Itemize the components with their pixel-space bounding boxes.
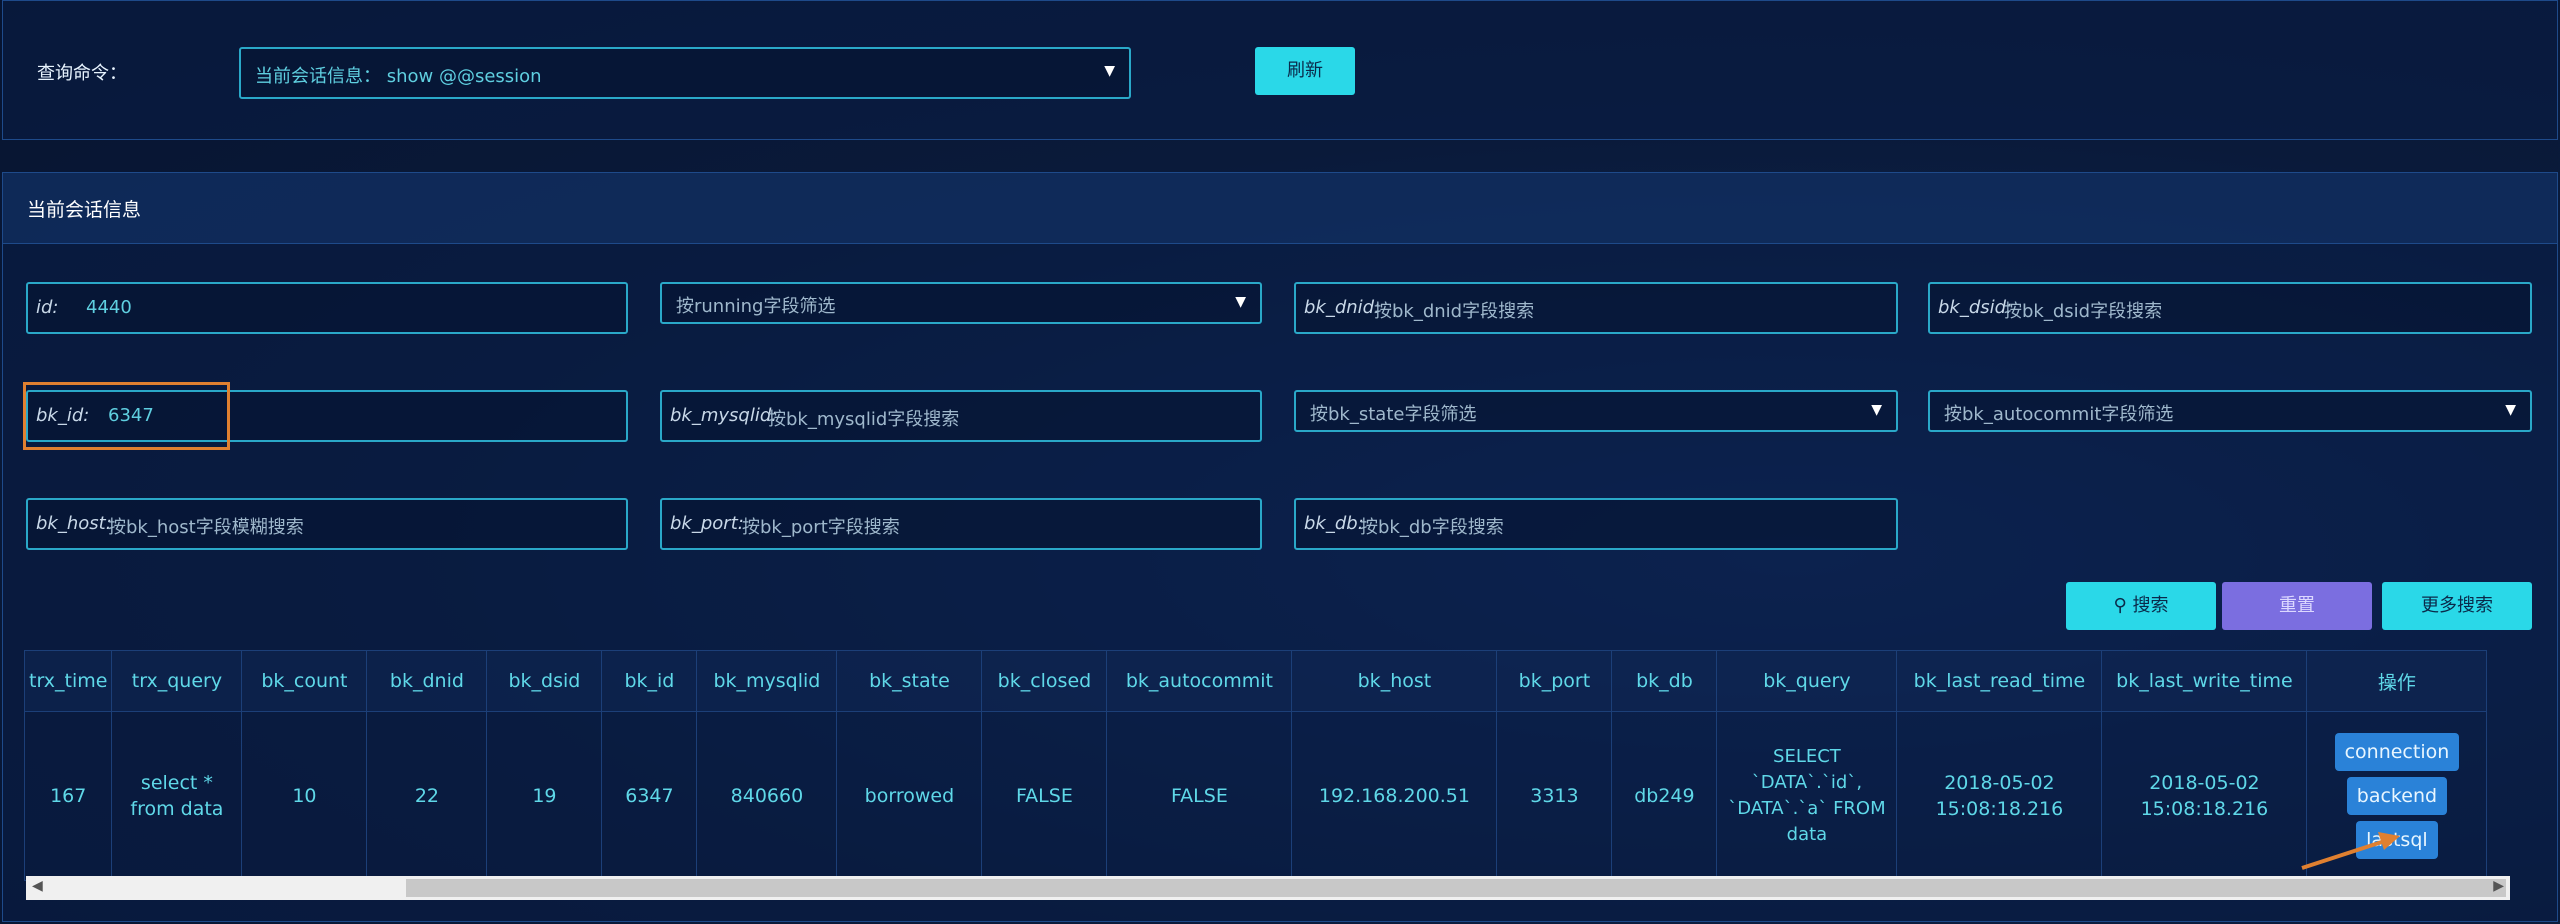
bk-dnid-label: bk_dnid: <box>1304 297 1381 318</box>
column-header: 操作 <box>2306 650 2488 712</box>
bk-state-filter-placeholder: 按bk_state字段筛选 <box>1310 404 1477 425</box>
bk-dsid-field[interactable]: bk_dsid: 按bk_dsid字段搜索 <box>1928 282 2532 334</box>
table-header-row: trx_time trx_query bk_count bk_dnid bk_d… <box>23 650 2488 712</box>
panel-header: 当前会话信息 <box>3 173 2557 244</box>
id-field[interactable]: id: 4440 <box>26 282 628 334</box>
column-header[interactable]: bk_dsid <box>486 650 603 712</box>
bk-host-field[interactable]: bk_host: 按bk_host字段模糊搜索 <box>26 498 628 550</box>
running-filter-placeholder: 按running字段筛选 <box>676 296 836 317</box>
column-header[interactable]: bk_mysqlid <box>696 650 838 712</box>
cell-bk-port: 3313 <box>1496 711 1613 881</box>
column-header[interactable]: bk_host <box>1291 650 1498 712</box>
column-header[interactable]: bk_last_read_time <box>1896 650 2103 712</box>
column-header[interactable]: bk_count <box>241 650 368 712</box>
cell-bk-autocommit: FALSE <box>1106 711 1293 881</box>
column-header[interactable]: bk_last_write_time <box>2101 650 2308 712</box>
cell-bk-dnid: 22 <box>366 711 488 881</box>
bk-dnid-field[interactable]: bk_dnid: 按bk_dnid字段搜索 <box>1294 282 1898 334</box>
cell-bk-state: borrowed <box>836 711 983 881</box>
running-filter-select[interactable]: 按running字段筛选 ▼ <box>660 282 1262 324</box>
cell-trx-query: select * from data <box>111 711 243 881</box>
search-icon: ⚲ <box>2113 595 2127 616</box>
reset-button[interactable]: 重置 <box>2222 582 2372 630</box>
cell-bk-closed: FALSE <box>981 711 1108 881</box>
chevron-down-icon: ▼ <box>2505 402 2516 418</box>
cell-trx-time: 167 <box>23 711 113 881</box>
bk-mysqlid-placeholder: 按bk_mysqlid字段搜索 <box>768 409 960 430</box>
query-panel: 查询命令： 当前会话信息： show @@session ▼ 刷新 <box>2 0 2558 140</box>
cell-bk-last-write-time: 2018-05-02 15:08:18.216 <box>2101 711 2308 881</box>
session-table: trx_time trx_query bk_count bk_dnid bk_d… <box>23 650 2488 881</box>
column-header[interactable]: bk_db <box>1611 650 1718 712</box>
id-value: 4440 <box>86 297 132 318</box>
bk-host-placeholder: 按bk_host字段模糊搜索 <box>108 517 304 538</box>
more-search-button[interactable]: 更多搜索 <box>2382 582 2532 630</box>
bk-dsid-placeholder: 按bk_dsid字段搜索 <box>2004 301 2163 322</box>
scroll-thumb[interactable] <box>406 879 2506 897</box>
chevron-down-icon: ▼ <box>1104 63 1115 79</box>
column-header[interactable]: trx_time <box>23 650 113 712</box>
horizontal-scrollbar[interactable]: ◀ ▶ <box>26 876 2510 900</box>
cell-bk-mysqlid: 840660 <box>696 711 838 881</box>
bk-port-placeholder: 按bk_port字段搜索 <box>742 517 900 538</box>
query-label: 查询命令： <box>37 63 127 84</box>
search-button-label: 搜索 <box>2132 595 2169 616</box>
column-header[interactable]: bk_id <box>601 650 698 712</box>
refresh-button[interactable]: 刷新 <box>1255 47 1355 95</box>
column-header[interactable]: bk_autocommit <box>1106 650 1293 712</box>
bk-db-label: bk_db: <box>1304 513 1364 534</box>
bk-port-label: bk_port: <box>670 513 744 534</box>
table-row: 167 select * from data 10 22 19 6347 840… <box>23 711 2488 881</box>
column-header[interactable]: trx_query <box>111 650 243 712</box>
annotation-highlight-box <box>23 382 230 450</box>
scroll-right-icon[interactable]: ▶ <box>2493 878 2504 894</box>
bk-db-field[interactable]: bk_db: 按bk_db字段搜索 <box>1294 498 1898 550</box>
cell-bk-db: db249 <box>1611 711 1718 881</box>
connection-button[interactable]: connection <box>2334 733 2460 771</box>
cell-bk-id: 6347 <box>601 711 698 881</box>
cell-operations: connection backend lastsql <box>2306 711 2488 881</box>
column-header[interactable]: bk_dnid <box>366 650 488 712</box>
bk-port-field[interactable]: bk_port: 按bk_port字段搜索 <box>660 498 1262 550</box>
backend-button[interactable]: backend <box>2346 777 2448 815</box>
column-header[interactable]: bk_query <box>1716 650 1898 712</box>
bk-state-filter-select[interactable]: 按bk_state字段筛选 ▼ <box>1294 390 1898 432</box>
cell-bk-query: SELECT `DATA`.`id`, `DATA`.`a` FROM data <box>1716 711 1898 881</box>
column-header[interactable]: bk_state <box>836 650 983 712</box>
column-header[interactable]: bk_closed <box>981 650 1108 712</box>
chevron-down-icon: ▼ <box>1871 402 1882 418</box>
bk-db-placeholder: 按bk_db字段搜索 <box>1360 517 1504 538</box>
bk-dnid-placeholder: 按bk_dnid字段搜索 <box>1374 301 1535 322</box>
bk-autocommit-filter-placeholder: 按bk_autocommit字段筛选 <box>1944 404 2174 425</box>
chevron-down-icon: ▼ <box>1235 294 1246 310</box>
bk-mysqlid-field[interactable]: bk_mysqlid: 按bk_mysqlid字段搜索 <box>660 390 1262 442</box>
scroll-left-icon[interactable]: ◀ <box>32 878 43 894</box>
bk-host-label: bk_host: <box>36 513 112 534</box>
cell-bk-host: 192.168.200.51 <box>1291 711 1498 881</box>
panel-title: 当前会话信息 <box>27 199 142 221</box>
cell-bk-count: 10 <box>241 711 368 881</box>
column-header[interactable]: bk_port <box>1496 650 1613 712</box>
query-command-select[interactable]: 当前会话信息： show @@session ▼ <box>239 47 1131 99</box>
bk-autocommit-filter-select[interactable]: 按bk_autocommit字段筛选 ▼ <box>1928 390 2532 432</box>
bk-mysqlid-label: bk_mysqlid: <box>670 405 778 426</box>
query-command-value: 当前会话信息： show @@session <box>255 66 542 87</box>
search-button[interactable]: ⚲ 搜索 <box>2066 582 2216 630</box>
id-label: id: <box>36 297 59 318</box>
cell-bk-last-read-time: 2018-05-02 15:08:18.216 <box>1896 711 2103 881</box>
bk-dsid-label: bk_dsid: <box>1938 297 2013 318</box>
cell-bk-dsid: 19 <box>486 711 603 881</box>
lastsql-button[interactable]: lastsql <box>2356 821 2438 859</box>
